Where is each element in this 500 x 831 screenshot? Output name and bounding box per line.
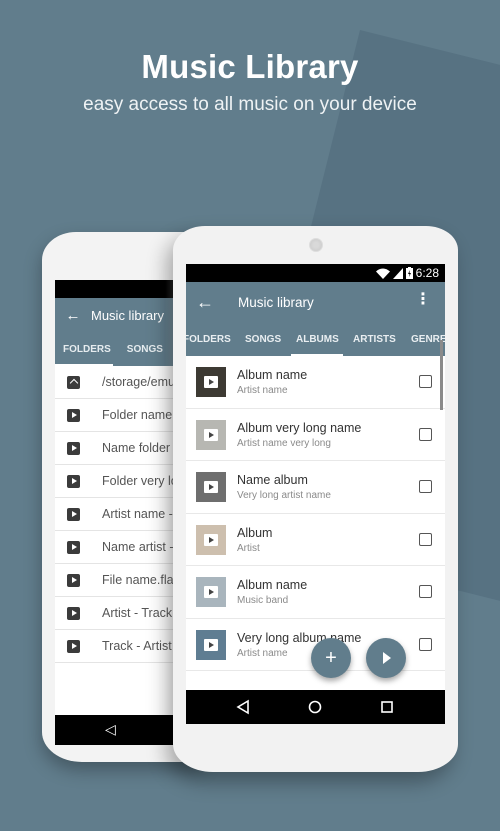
tab-indicator [55,364,113,366]
album-name: Album [237,525,273,540]
app-bar-title: Music library [91,307,164,323]
album-art [196,524,226,555]
album-name: Album very long name [237,420,362,435]
tab-artists[interactable]: ARTISTS [353,334,396,345]
play-fab-button[interactable] [366,638,406,678]
app-bar: ← Music library ⋮ [186,282,445,322]
album-name: Album name [237,578,308,592]
album-checkbox[interactable] [419,532,432,546]
album-artist: Artist name very long [237,437,331,449]
folder-list-item-label: Artist name - [102,507,173,521]
app-bar-title: Music library [238,294,314,310]
album-list-item[interactable]: Album very long name Artist name very lon… [186,409,445,461]
tab-songs[interactable]: SONGS [245,334,281,345]
play-file-icon [67,474,80,488]
tab-folders[interactable]: FOLDERS [186,334,231,345]
album-checkbox[interactable] [419,427,432,441]
play-file-icon [67,573,80,587]
arrow-left-icon[interactable]: ← [186,292,224,313]
nav-bar [186,690,445,724]
arrow-left-icon[interactable]: ← [55,307,91,324]
folder-list-item-label: Folder name [102,408,173,422]
status-time: 6:28 [415,266,439,280]
play-icon [204,586,218,598]
album-art [196,472,226,502]
album-art [196,367,226,397]
back-icon[interactable]: ◁ [105,721,116,738]
album-name: Name album [237,473,308,487]
album-name: Album name [237,368,308,382]
play-file-icon [67,606,80,620]
scrollbar[interactable] [440,340,443,410]
tab-songs[interactable]: SONGS [119,344,171,355]
folder-up-icon [67,375,80,389]
recents-icon[interactable] [367,690,407,724]
speaker-grille [309,238,323,252]
play-icon [204,533,218,546]
folder-list-item-label: File name.fla [102,573,174,587]
play-icon [204,428,218,441]
tab-bar: FOLDERS SONGS ALBUMS ARTISTS GENRES [186,322,445,356]
album-artist: Very long artist name [237,490,331,501]
promo-subtitle: easy access to all music on your device [83,94,417,115]
battery-charging-icon [405,267,413,279]
status-bar: 6:28 [186,264,445,282]
album-list-item[interactable]: Album Artist [186,514,445,566]
play-file-icon [67,507,80,521]
play-file-icon [67,540,80,554]
more-vert-icon[interactable]: ⋮ [415,292,431,308]
play-icon [204,638,218,651]
folder-list-item-label: Name artist - [102,540,174,554]
promo-title: Music Library [141,48,359,85]
album-art [196,419,226,450]
album-checkbox[interactable] [419,637,432,651]
play-icon [204,376,218,388]
album-art [196,577,226,607]
folder-list-item-label: Artist - Track [102,606,173,620]
tab-folders[interactable]: FOLDERS [55,344,119,355]
album-checkbox[interactable] [419,375,432,388]
front-phone: 6:28 ← Music library ⋮ FOLDERS SONGS ALB… [173,226,458,772]
folder-play-icon [67,441,80,455]
album-artist: Music band [237,595,289,606]
album-artist: Artist [237,542,260,554]
add-fab-button[interactable]: + [311,638,351,678]
signal-icon [392,267,403,279]
album-art [196,629,226,660]
album-list-item[interactable]: Album name Music band [186,566,445,619]
folder-list-item-label: Track - Artist [102,639,172,653]
album-artist: Artist name [237,647,288,659]
home-icon[interactable] [295,690,335,724]
album-checkbox[interactable] [419,480,432,493]
folder-play-icon [67,408,80,422]
play-file-icon [67,639,80,653]
front-phone-screen: 6:28 ← Music library ⋮ FOLDERS SONGS ALB… [186,264,445,724]
album-artist: Artist name [237,385,288,396]
wifi-icon [375,268,390,279]
play-icon [204,481,218,493]
folder-list-item-label: Name folder [102,441,171,455]
tab-albums[interactable]: ALBUMS [296,334,339,345]
album-checkbox[interactable] [419,585,432,598]
album-list: Album name Artist name Album very long nam… [186,356,445,671]
back-icon[interactable] [223,690,263,724]
album-list-item[interactable]: Name album Very long artist name [186,461,445,514]
album-list-item[interactable]: Album name Artist name [186,356,445,409]
